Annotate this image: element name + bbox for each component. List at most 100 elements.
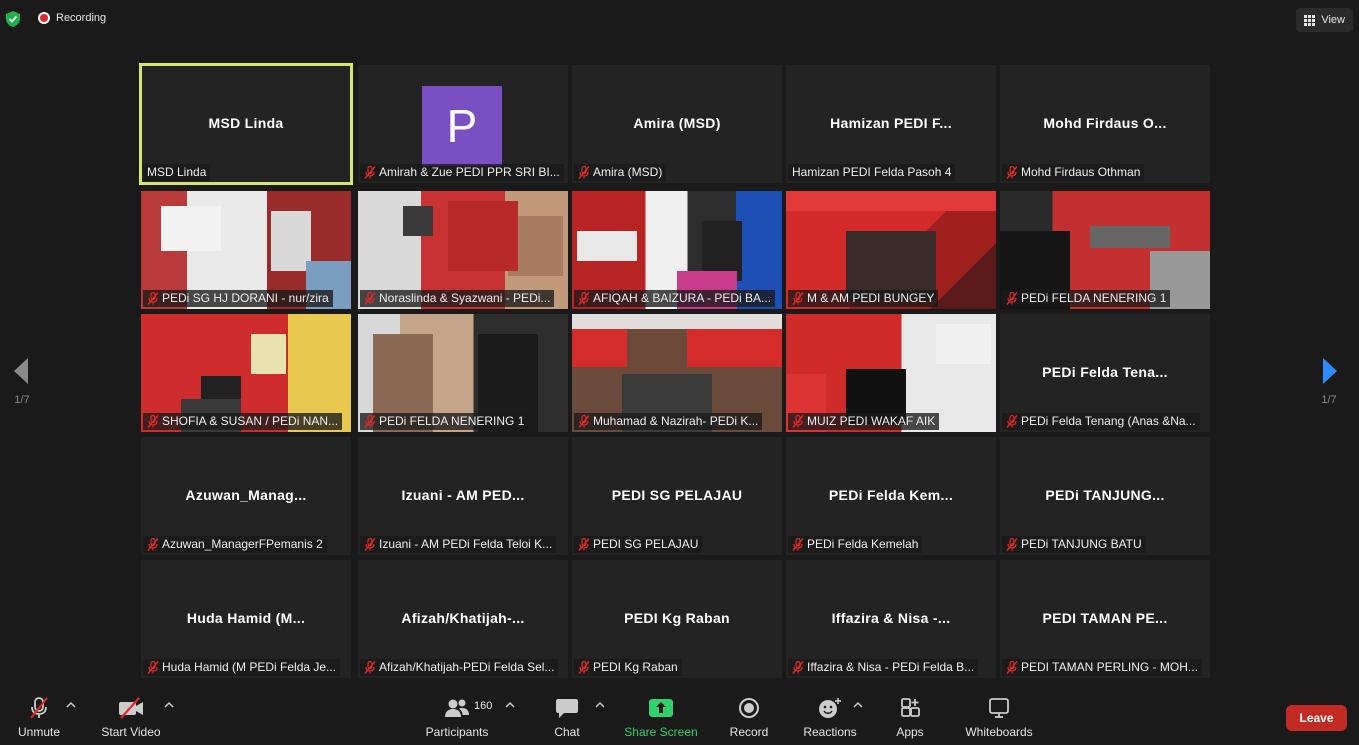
participant-display-name: Iffazira & Nisa -... xyxy=(831,610,951,626)
participant-name: Hamizan PEDI Felda Pasoh 4 xyxy=(792,165,952,179)
participant-name: Huda Hamid (M PEDi Felda Je... xyxy=(162,660,337,674)
microphone-muted-icon xyxy=(364,538,376,551)
participant-display-name: Izuani - AM PED... xyxy=(401,487,525,503)
participant-name: MSD Linda xyxy=(147,165,207,179)
participant-tile[interactable]: Huda Hamid (M... Huda Hamid (M PEDi Felda… xyxy=(141,560,351,678)
view-button[interactable]: View xyxy=(1296,8,1353,32)
participant-tile[interactable]: SHOFIA & SUSAN / PEDi NAN... xyxy=(141,314,351,432)
participant-display-name: Azuwan_Manag... xyxy=(185,487,307,503)
video-detail xyxy=(251,334,286,374)
participant-tile[interactable]: PEDi TANJUNG... PEDi TANJUNG BATU xyxy=(1000,437,1210,555)
chat-bubble-icon xyxy=(556,699,578,718)
whiteboard-icon xyxy=(989,698,1009,718)
participant-display-name: PEDI SG PELAJAU xyxy=(611,487,743,503)
participant-tile[interactable]: PEDi SG HJ DORANI - nur/zira xyxy=(141,191,351,309)
emoji-reaction-icon xyxy=(819,698,841,718)
participant-tile[interactable]: PEDi Felda Kem... PEDi Felda Kemelah xyxy=(786,437,996,555)
participant-name-label: AFIQAH & BAIZURA - PEDi BA... xyxy=(574,290,776,307)
participant-tile[interactable]: PEDi FELDA NENERING 1 xyxy=(358,314,568,432)
participant-name: SHOFIA & SUSAN / PEDi NAN... xyxy=(162,414,339,428)
video-detail xyxy=(572,314,782,329)
microphone-muted-icon xyxy=(1006,661,1018,674)
participant-name: Amirah & Zue PEDI PPR SRI BI... xyxy=(379,165,560,179)
participant-tile[interactable]: Afizah/Khatijah-... Afizah/Khatijah-PEDi … xyxy=(358,560,568,678)
leave-button[interactable]: Leave xyxy=(1286,705,1347,731)
participant-name: PEDI TAMAN PERLING - MOH... xyxy=(1021,660,1198,674)
participant-display-name: PEDi Felda Tena... xyxy=(1042,364,1168,380)
shield-check-icon[interactable] xyxy=(6,11,20,27)
recording-indicator[interactable]: Recording xyxy=(38,12,106,24)
unmute-button[interactable]: Unmute xyxy=(14,695,64,739)
participant-name: PEDI Kg Raban xyxy=(593,660,678,674)
chevron-up-icon[interactable] xyxy=(853,701,863,709)
participant-name: Noraslinda & Syazwani - PEDi... xyxy=(379,291,551,305)
participant-tile[interactable]: Mohd Firdaus O... Mohd Firdaus Othman xyxy=(1000,65,1210,183)
participant-name: Iffazira & Nisa - PEDi Felda B... xyxy=(807,660,975,674)
chevron-left-icon[interactable] xyxy=(10,356,34,386)
participant-tile[interactable]: MUIZ PEDI WAKAF AIK xyxy=(786,314,996,432)
participant-name-label: Noraslinda & Syazwani - PEDi... xyxy=(360,290,555,307)
microphone-muted-icon xyxy=(364,415,376,428)
participant-display-name: Mohd Firdaus O... xyxy=(1043,115,1167,131)
participant-tile[interactable]: PEDI SG PELAJAU PEDI SG PELAJAU xyxy=(572,437,782,555)
record-label: Record xyxy=(729,725,769,739)
apps-label: Apps xyxy=(896,725,924,739)
participant-tile[interactable]: Muhamad & Nazirah- PEDi K... xyxy=(572,314,782,432)
participant-tile[interactable]: PEDi FELDA NENERING 1 xyxy=(1000,191,1210,309)
previous-page-nav[interactable]: 1/7 xyxy=(10,356,34,406)
participant-name-label: MUIZ PEDI WAKAF AIK xyxy=(788,413,940,430)
participant-name: PEDI SG PELAJAU xyxy=(593,537,699,551)
share-screen-button[interactable]: Share Screen xyxy=(624,695,698,739)
participant-display-name: MSD Linda xyxy=(208,115,284,131)
chevron-up-icon[interactable] xyxy=(164,701,174,709)
participant-tile[interactable]: Amira (MSD) Amira (MSD) xyxy=(572,65,782,183)
participant-tile[interactable]: Azuwan_Manag... Azuwan_ManagerFPemanis 2 xyxy=(141,437,351,555)
participant-tile[interactable]: P Amirah & Zue PEDI PPR SRI BI... xyxy=(358,65,568,183)
participant-display-name: Amira (MSD) xyxy=(633,115,721,131)
page-indicator-right: 1/7 xyxy=(1321,394,1337,406)
participant-tile[interactable]: Hamizan PEDI F... Hamizan PEDI Felda Paso… xyxy=(786,65,996,183)
participant-tile[interactable]: PEDI Kg Raban PEDI Kg Raban xyxy=(572,560,782,678)
participant-tile[interactable]: M & AM PEDI BUNGEY xyxy=(786,191,996,309)
grid-view-icon xyxy=(1304,14,1316,26)
participant-display-name: PEDI TAMAN PE... xyxy=(1042,610,1168,626)
record-button[interactable]: Record xyxy=(726,695,772,739)
participant-tile[interactable]: Iffazira & Nisa -... Iffazira & Nisa - PE… xyxy=(786,560,996,678)
participants-count: 160 xyxy=(474,700,493,712)
record-icon xyxy=(38,12,50,24)
participant-name: PEDi Felda Tenang (Anas &Na... xyxy=(1021,414,1196,428)
chevron-up-icon[interactable] xyxy=(505,701,515,709)
participant-tile[interactable]: PEDI TAMAN PE... PEDI TAMAN PERLING - MOH… xyxy=(1000,560,1210,678)
share-screen-label: Share Screen xyxy=(624,725,698,739)
participant-name-label: Azuwan_ManagerFPemanis 2 xyxy=(143,536,327,553)
participant-name-label: MSD Linda xyxy=(143,164,211,181)
participant-tile[interactable]: Izuani - AM PED... Izuani - AM PEDi Felda… xyxy=(358,437,568,555)
next-page-nav[interactable]: 1/7 xyxy=(1317,356,1341,406)
chevron-up-icon[interactable] xyxy=(595,701,605,709)
participant-tile[interactable]: Noraslinda & Syazwani - PEDi... xyxy=(358,191,568,309)
participant-tile[interactable]: MSD Linda MSD Linda xyxy=(139,63,353,185)
participant-avatar: P xyxy=(422,86,502,166)
start-video-button[interactable]: Start Video xyxy=(100,695,162,739)
chat-button[interactable]: Chat xyxy=(546,695,588,739)
unmute-label: Unmute xyxy=(17,725,61,739)
participant-tile[interactable]: AFIQAH & BAIZURA - PEDi BA... xyxy=(572,191,782,309)
participant-name-label: PEDi FELDA NENERING 1 xyxy=(1002,290,1171,307)
microphone-muted-icon xyxy=(792,538,804,551)
chevron-right-icon[interactable] xyxy=(1317,356,1341,386)
chevron-up-icon[interactable] xyxy=(66,701,76,709)
participant-name: Afizah/Khatijah-PEDi Felda Sel... xyxy=(379,660,555,674)
microphone-muted-icon xyxy=(364,661,376,674)
video-detail xyxy=(936,324,991,364)
apps-button[interactable]: Apps xyxy=(890,695,930,739)
participant-tile[interactable]: PEDi Felda Tena... PEDi Felda Tenang (Ana… xyxy=(1000,314,1210,432)
whiteboards-button[interactable]: Whiteboards xyxy=(962,695,1036,739)
reactions-button[interactable]: Reactions xyxy=(802,695,858,739)
whiteboards-label: Whiteboards xyxy=(965,725,1033,739)
page-indicator-left: 1/7 xyxy=(14,394,30,406)
participant-name-label: SHOFIA & SUSAN / PEDi NAN... xyxy=(143,413,343,430)
participant-display-name: PEDi Felda Kem... xyxy=(828,487,954,503)
participant-name: AFIQAH & BAIZURA - PEDi BA... xyxy=(593,291,772,305)
participant-display-name: Afizah/Khatijah-... xyxy=(401,610,525,626)
microphone-muted-icon xyxy=(147,415,159,428)
